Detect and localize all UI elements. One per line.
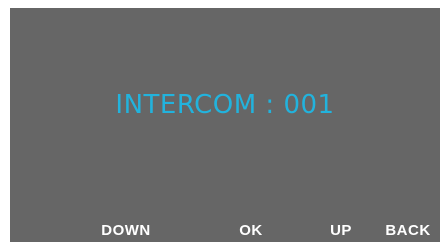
down-softkey[interactable]: DOWN	[90, 222, 162, 239]
intercom-title: INTERCOM : 001	[115, 90, 335, 120]
lcd-screen: INTERCOM : 001 DOWN OK UP BACK	[10, 8, 440, 242]
back-softkey[interactable]: BACK	[376, 222, 440, 239]
up-softkey[interactable]: UP	[319, 222, 363, 239]
ok-softkey[interactable]: OK	[229, 222, 273, 239]
